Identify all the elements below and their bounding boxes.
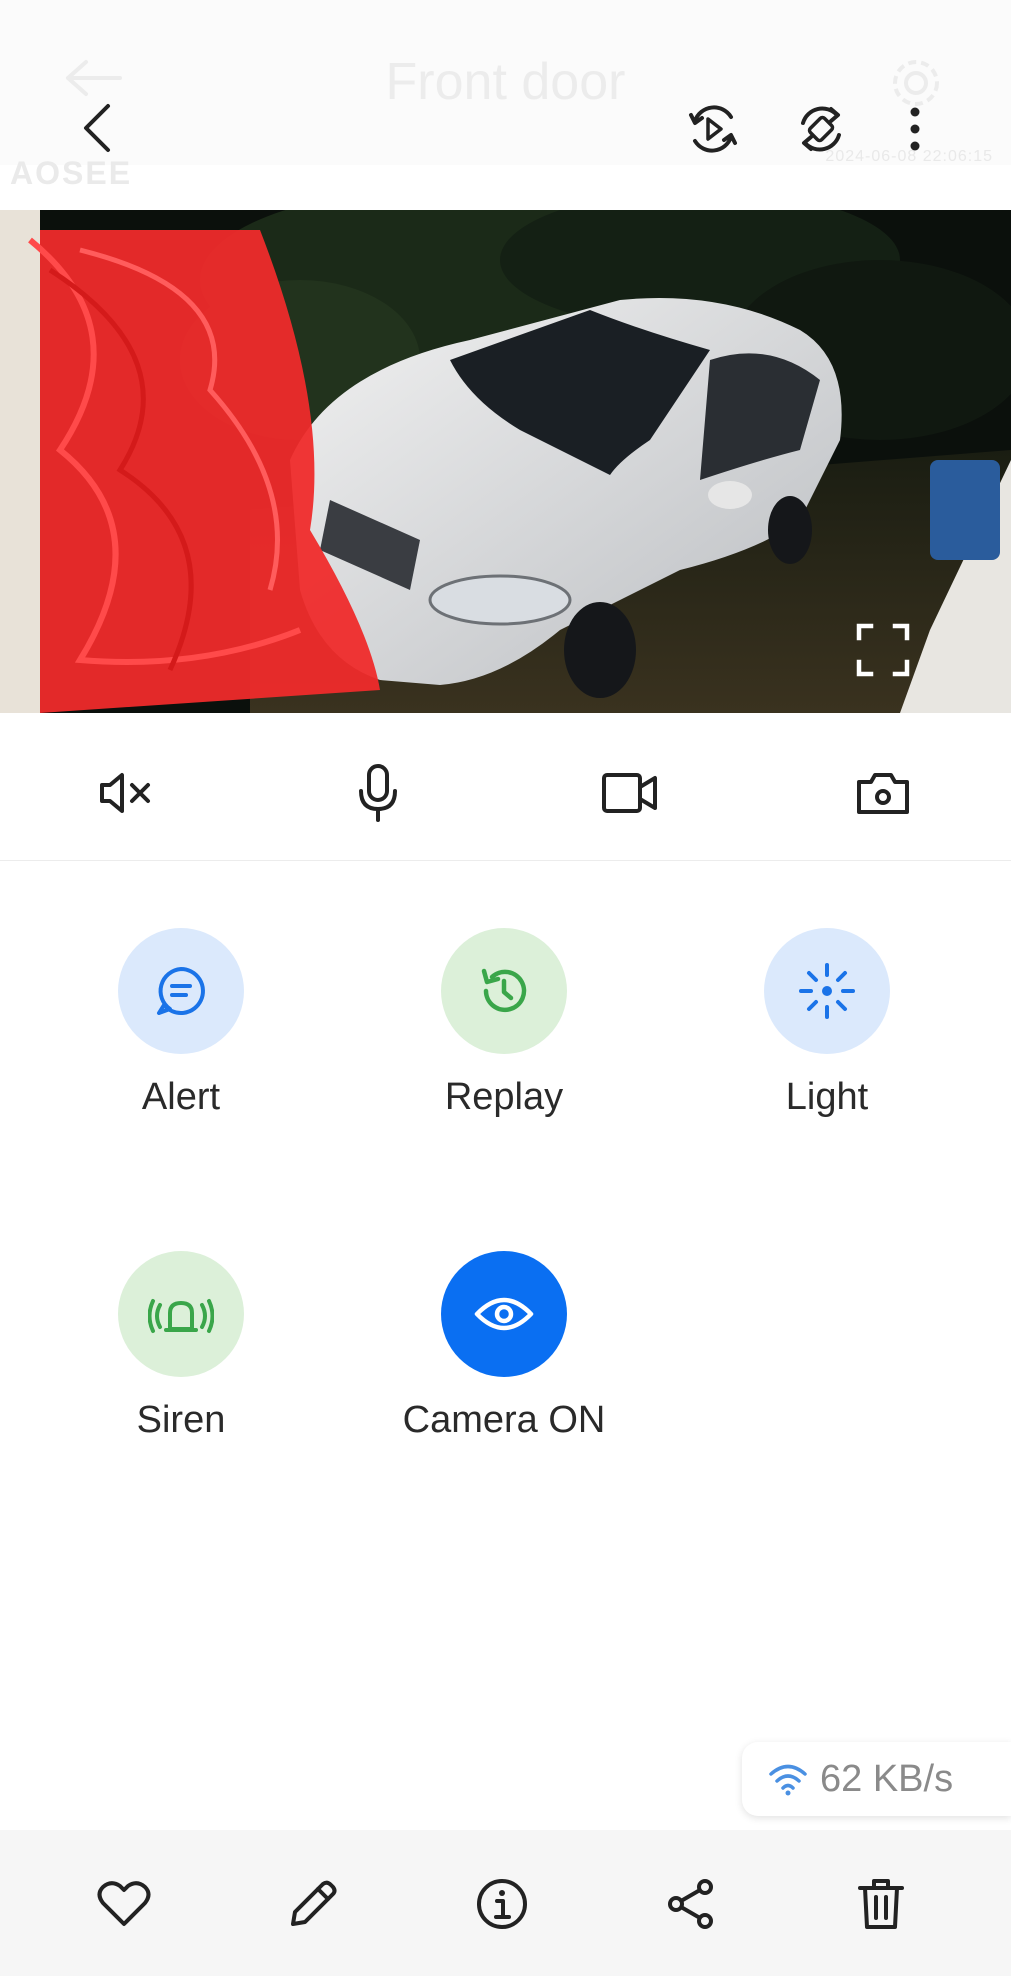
page-title: Front door [385, 53, 626, 111]
share-icon [668, 1879, 713, 1929]
light-button[interactable] [764, 928, 890, 1054]
info-icon [477, 1879, 527, 1929]
light-action[interactable]: Light [697, 928, 957, 1119]
fullscreen-button[interactable] [855, 622, 911, 678]
fullscreen-icon [856, 623, 910, 677]
back-button[interactable] [70, 96, 126, 160]
header-overlay: Front door AOSEE 2024-06-08 22:06:15 [0, 0, 1011, 191]
siren-action[interactable]: Siren [51, 1251, 311, 1442]
history-icon [481, 968, 527, 1013]
playback-icon [689, 105, 737, 153]
message-icon [157, 967, 205, 1015]
edit-button[interactable] [283, 1874, 343, 1934]
record-video-icon [602, 773, 657, 813]
siren-icon [148, 1299, 214, 1333]
info-button[interactable] [472, 1874, 532, 1934]
delete-button[interactable] [851, 1874, 911, 1934]
alert-label: Alert [141, 1076, 221, 1118]
camera-live-screen: Front door AOSEE 2024-06-08 22:06:15 Ale… [0, 0, 1011, 1976]
camera-on-action[interactable]: Camera ON [374, 1251, 634, 1442]
more-vert-icon [910, 107, 920, 151]
microphone-button[interactable] [346, 763, 410, 823]
alert-button[interactable] [118, 928, 244, 1054]
replay-action[interactable]: Replay [374, 928, 634, 1119]
mute-icon [100, 773, 150, 813]
share-button[interactable] [661, 1874, 721, 1934]
light-icon [799, 963, 855, 1019]
snapshot-button[interactable] [851, 763, 915, 823]
delete-icon [858, 1879, 904, 1929]
camera-on-label: Camera ON [402, 1399, 606, 1441]
camera-on-button[interactable] [441, 1251, 567, 1377]
siren-button[interactable] [118, 1251, 244, 1377]
replay-label: Replay [444, 1076, 564, 1118]
wifi-icon [769, 1764, 807, 1796]
eye-icon [474, 1297, 534, 1331]
chevron-left-icon [84, 104, 110, 152]
replay-button[interactable] [441, 928, 567, 1054]
bottom-action-bar [0, 1830, 1011, 1976]
heart-icon [97, 1881, 151, 1926]
camera-watermark: AOSEE [10, 155, 133, 191]
playback-button[interactable] [682, 100, 744, 158]
more-options-button[interactable] [893, 100, 937, 158]
video-controls [0, 713, 1011, 861]
network-speed-badge: 62 KB/s [742, 1742, 1011, 1816]
mute-button[interactable] [94, 763, 158, 823]
microphone-icon [359, 764, 397, 822]
snapshot-icon [857, 773, 909, 814]
light-label: Light [785, 1076, 869, 1118]
favorite-button[interactable] [94, 1874, 154, 1934]
edit-icon [291, 1880, 337, 1926]
rotate-icon [801, 106, 841, 152]
siren-label: Siren [136, 1399, 226, 1441]
rotate-button[interactable] [790, 100, 852, 158]
alert-action[interactable]: Alert [51, 928, 311, 1119]
network-speed-text: 62 KB/s [820, 1757, 954, 1800]
record-video-button[interactable] [598, 763, 662, 823]
